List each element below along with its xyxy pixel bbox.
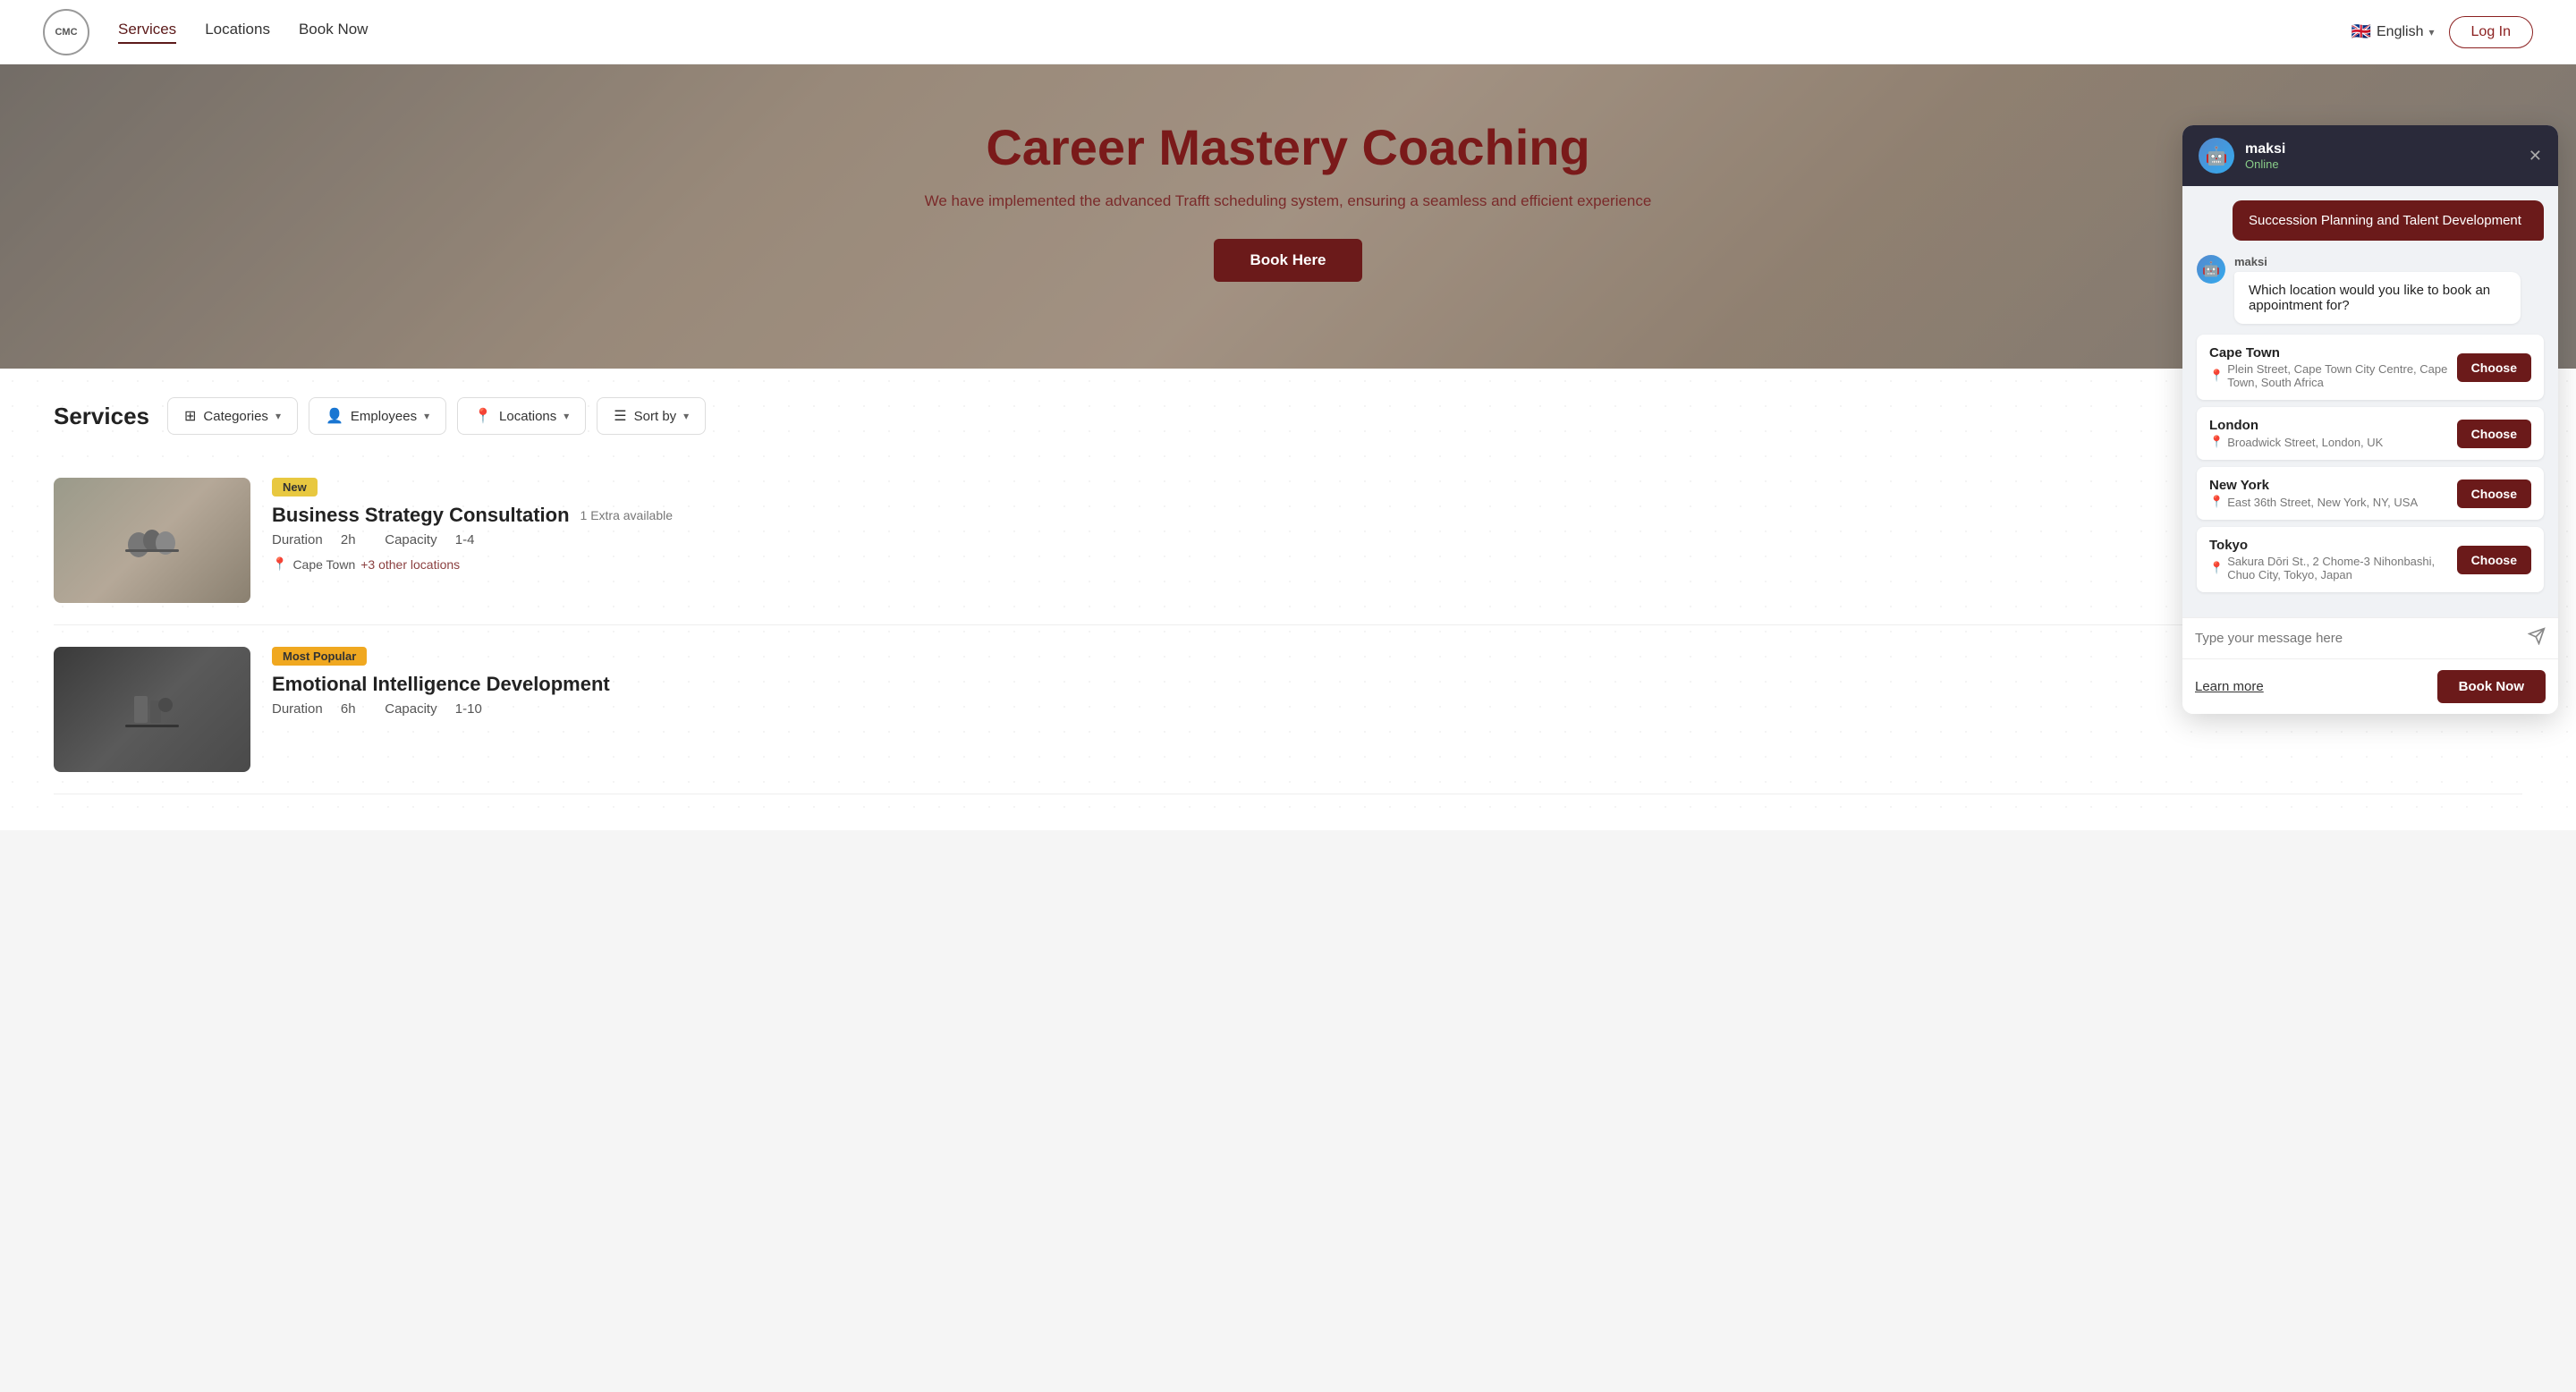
employees-filter[interactable]: 👤 Employees ▾: [309, 397, 446, 435]
chevron-down-icon: ▾: [2428, 26, 2434, 38]
services-title: Services: [54, 403, 149, 430]
pin-icon: 📍: [2209, 435, 2224, 449]
chat-bot-avatar: 🤖: [2197, 255, 2225, 284]
location-option: Tokyo 📍 Sakura Dōri St., 2 Chome-3 Nihon…: [2197, 527, 2544, 592]
extra-locations: +3 other locations: [360, 557, 460, 572]
location-option-info: Cape Town 📍 Plein Street, Cape Town City…: [2209, 345, 2448, 389]
choose-button-capetown[interactable]: Choose: [2457, 353, 2531, 382]
location-option-address: 📍 East 36th Street, New York, NY, USA: [2209, 495, 2448, 509]
extra-tag: 1 Extra available: [580, 508, 674, 522]
navbar: CMC Services Locations Book Now 🇬🇧 Engli…: [0, 0, 2576, 64]
pin-icon: 📍: [2209, 369, 2224, 383]
language-label: English: [2377, 24, 2423, 40]
nav-services[interactable]: Services: [118, 21, 176, 44]
location-option-name: Cape Town: [2209, 345, 2448, 361]
pin-icon: 📍: [2209, 561, 2224, 575]
learn-more-link[interactable]: Learn more: [2195, 679, 2264, 694]
filter-bar: ⊞ Categories ▾ 👤 Employees ▾ 📍 Locations…: [167, 397, 706, 435]
chevron-down-icon: ▾: [275, 410, 281, 422]
location-option-address: 📍 Broadwick Street, London, UK: [2209, 435, 2448, 449]
hero-subtitle: We have implemented the advanced Trafft …: [925, 192, 1652, 210]
nav-book-now[interactable]: Book Now: [299, 21, 368, 44]
location-option-info: New York 📍 East 36th Street, New York, N…: [2209, 478, 2448, 509]
book-now-button[interactable]: Book Now: [2437, 670, 2546, 703]
nav-right: 🇬🇧 English ▾ Log In: [2351, 16, 2533, 48]
chat-bot-name: maksi: [2234, 255, 2521, 268]
duration-label: Duration: [272, 532, 323, 547]
chat-agent-status: Online: [2245, 157, 2518, 171]
service-image: [54, 478, 250, 603]
chat-message-input[interactable]: [2195, 631, 2519, 646]
capacity-label: Capacity: [385, 701, 436, 717]
duration-label: Duration: [272, 701, 323, 717]
location-option: Cape Town 📍 Plein Street, Cape Town City…: [2197, 335, 2544, 400]
services-header: Services ⊞ Categories ▾ 👤 Employees ▾ 📍 …: [54, 369, 2522, 456]
categories-filter[interactable]: ⊞ Categories ▾: [167, 397, 298, 435]
chat-received-message: Which location would you like to book an…: [2234, 272, 2521, 324]
location-option-info: London 📍 Broadwick Street, London, UK: [2209, 418, 2448, 449]
location-option: New York 📍 East 36th Street, New York, N…: [2197, 467, 2544, 520]
location-option-address: 📍 Plein Street, Cape Town City Centre, C…: [2209, 362, 2448, 389]
hero-book-button[interactable]: Book Here: [1214, 239, 1361, 282]
chat-input-area: [2182, 617, 2558, 658]
service-card: New Business Strategy Consultation 1 Ext…: [54, 456, 2522, 625]
service-badge-new: New: [272, 478, 318, 497]
choose-button-newyork[interactable]: Choose: [2457, 480, 2531, 508]
chat-footer: Learn more Book Now: [2182, 658, 2558, 714]
employees-icon: 👤: [326, 407, 343, 425]
location-option-info: Tokyo 📍 Sakura Dōri St., 2 Chome-3 Nihon…: [2209, 538, 2448, 581]
chat-bot-content: maksi Which location would you like to b…: [2234, 255, 2521, 324]
location-option-address: 📍 Sakura Dōri St., 2 Chome-3 Nihonbashi,…: [2209, 555, 2448, 581]
chevron-down-icon: ▾: [683, 410, 689, 422]
chevron-down-icon: ▾: [424, 410, 429, 422]
location-icon: 📍: [474, 407, 492, 425]
language-selector[interactable]: 🇬🇧 English ▾: [2351, 22, 2435, 41]
categories-icon: ⊞: [184, 407, 196, 425]
capacity-label: Capacity: [385, 532, 436, 547]
service-card: Most Popular Emotional Intelligence Deve…: [54, 625, 2522, 794]
logo[interactable]: CMC: [43, 9, 89, 55]
hero-title: Career Mastery Coaching: [986, 118, 1589, 176]
chat-avatar: 🤖: [2199, 138, 2234, 174]
capacity-value: 1-10: [455, 701, 482, 717]
duration-value: 6h: [341, 701, 356, 717]
location-name: Cape Town: [292, 557, 355, 572]
sortby-filter[interactable]: ☰ Sort by ▾: [597, 397, 706, 435]
pin-icon: 📍: [2209, 495, 2224, 509]
location-option-name: Tokyo: [2209, 538, 2448, 553]
nav-links: Services Locations Book Now: [118, 21, 2351, 44]
chat-agent-name: maksi: [2245, 141, 2518, 157]
service-image: [54, 647, 250, 772]
chat-sent-message: Succession Planning and Talent Developme…: [2233, 200, 2544, 241]
service-image-bg: [54, 647, 250, 772]
chevron-down-icon: ▾: [564, 410, 569, 422]
choose-button-london[interactable]: Choose: [2457, 420, 2531, 448]
nav-locations[interactable]: Locations: [205, 21, 270, 44]
location-option-name: London: [2209, 418, 2448, 433]
location-option: London 📍 Broadwick Street, London, UK Ch…: [2197, 407, 2544, 460]
chat-agent-info: maksi Online: [2245, 141, 2518, 171]
chat-bot-row: 🤖 maksi Which location would you like to…: [2197, 255, 2544, 324]
location-options: Cape Town 📍 Plein Street, Cape Town City…: [2197, 335, 2544, 592]
pin-icon: 📍: [272, 556, 287, 572]
locations-filter[interactable]: 📍 Locations ▾: [457, 397, 586, 435]
chat-close-button[interactable]: ✕: [2529, 147, 2542, 166]
send-button[interactable]: [2528, 627, 2546, 649]
location-option-name: New York: [2209, 478, 2448, 493]
duration-value: 2h: [341, 532, 356, 547]
choose-button-tokyo[interactable]: Choose: [2457, 546, 2531, 574]
flag-icon: 🇬🇧: [2351, 22, 2371, 41]
chat-widget: 🤖 maksi Online ✕ Succession Planning and…: [2182, 125, 2558, 714]
service-image-bg: [54, 478, 250, 603]
sort-icon: ☰: [614, 407, 626, 425]
service-badge-popular: Most Popular: [272, 647, 367, 666]
chat-header: 🤖 maksi Online ✕: [2182, 125, 2558, 186]
chat-body: Succession Planning and Talent Developme…: [2182, 186, 2558, 617]
capacity-value: 1-4: [455, 532, 475, 547]
login-button[interactable]: Log In: [2449, 16, 2533, 48]
